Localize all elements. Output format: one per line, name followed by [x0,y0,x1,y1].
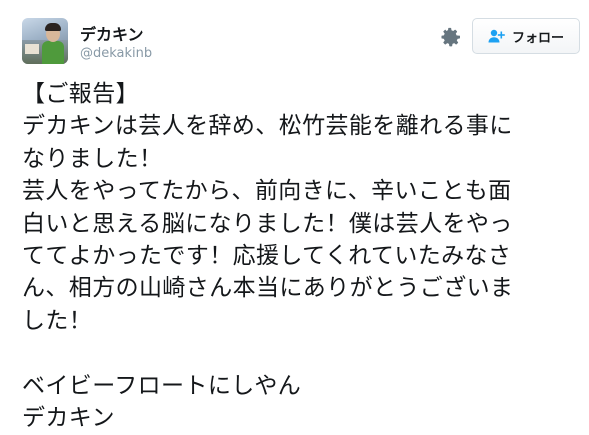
avatar[interactable] [22,18,68,64]
tweet-line: ん、相方の山崎さん本当にありがとうございま [22,275,514,302]
tweet-line: 白いと思える脳になりました！僕は芸人をやっ [22,210,513,237]
user-handle[interactable]: @dekakinb [80,46,152,61]
follow-button[interactable]: フォロー [472,18,580,54]
tweet-line: デカキン [22,404,115,431]
tweet-line: デカキンは芸人を辞め、松竹芸能を離れる事に [22,113,513,140]
tweet-line: 【ご報告】 [22,81,139,107]
display-name[interactable]: デカキン [80,21,144,45]
add-user-icon [488,29,505,43]
tweet-line: ててよかったです！応援してくれていたみなさ [22,242,512,269]
tweet-line: ベイビーフロートにしやん [22,372,302,399]
tweet-text: 【ご報告】 デカキンは芸人を辞め、松竹芸能を離れる事に なりました！ 芸人をやっ… [22,78,584,434]
tweet-card: デカキン @dekakinb フォロー 【ご報告】 デカキンは芸人を辞め、松竹芸… [0,0,589,435]
gear-icon[interactable] [439,26,461,48]
tweet-header: デカキン @dekakinb フォロー [22,18,582,68]
follow-label: フォロー [511,30,564,46]
tweet-line: した！ [22,307,93,334]
tweet-line: 芸人をやってたから、前向きに、辛いことも面 [22,178,512,205]
tweet-line: なりました！ [22,145,163,172]
